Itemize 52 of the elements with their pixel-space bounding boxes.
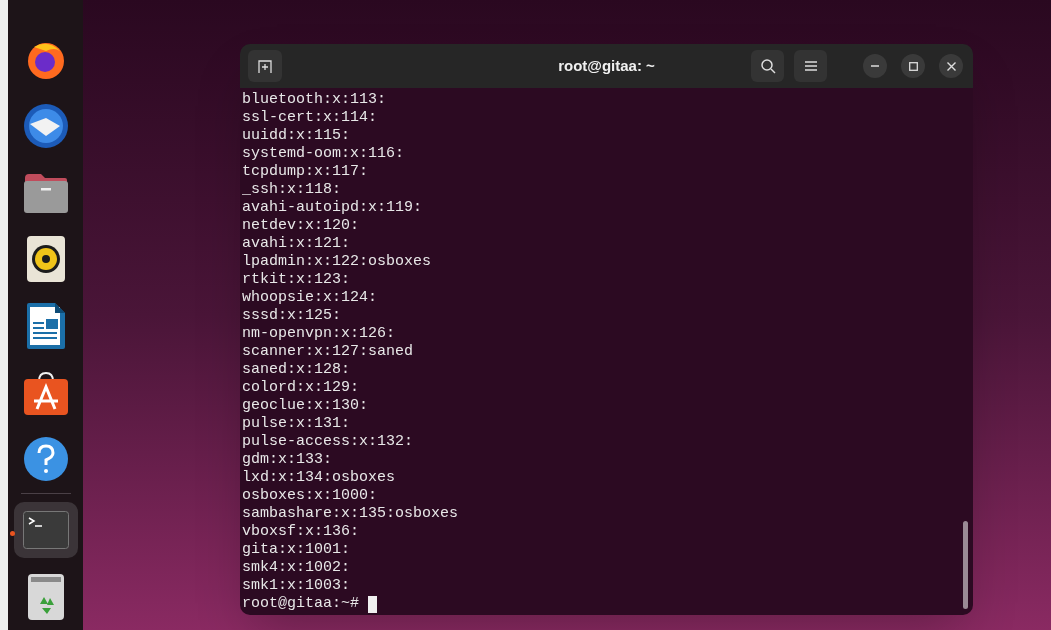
terminal-output-line: ssl-cert:x:114: — [242, 109, 378, 127]
minimize-button[interactable] — [863, 54, 887, 78]
terminal-output-line: tcpdump:x:117: — [242, 163, 369, 181]
terminal-icon — [22, 510, 69, 549]
terminal-output-line: osboxes:x:1000: — [242, 487, 378, 505]
menu-button[interactable] — [794, 50, 827, 82]
terminal-output-line: pulse:x:131: — [242, 415, 351, 433]
document-icon — [26, 303, 65, 349]
terminal-output-line: avahi-autoipd:x:119: — [242, 199, 423, 217]
maximize-icon — [908, 61, 918, 71]
trash-icon — [27, 573, 64, 620]
terminal-output-line: rtkit:x:123: — [242, 271, 351, 289]
terminal-output-line: systemd-oom:x:116: — [242, 145, 405, 163]
terminal-output-line: nm-openvpn:x:126: — [242, 325, 396, 343]
search-button[interactable] — [751, 50, 784, 82]
help-icon — [22, 436, 69, 483]
menu-icon — [804, 61, 817, 71]
terminal-output-line: saned:x:128: — [242, 361, 351, 379]
terminal-output-line: gita:x:1001: — [242, 541, 351, 559]
terminal-output-line: scanner:x:127:saned — [242, 343, 414, 361]
terminal-output-line: _ssh:x:118: — [242, 181, 342, 199]
terminal-output-line: uuidd:x:115: — [242, 127, 351, 145]
terminal-output-line: colord:x:129: — [242, 379, 360, 397]
text-cursor — [368, 595, 378, 613]
terminal-output-line: pulse-access:x:132: — [242, 433, 414, 451]
minimize-icon — [871, 65, 879, 67]
terminal-output-line: lxd:x:134:osboxes — [242, 469, 396, 487]
running-indicator — [9, 530, 15, 536]
terminal-output-line: whoopsie:x:124: — [242, 289, 378, 307]
terminal-output-line: netdev:x:120: — [242, 217, 360, 235]
close-icon — [946, 61, 956, 71]
terminal-output-line: gdm:x:133: — [242, 451, 332, 469]
terminal-output-line: bluetooth:x:113: — [242, 91, 387, 109]
terminal-output-line: sambashare:x:135:osboxes — [242, 505, 459, 523]
new-tab-icon — [257, 58, 273, 74]
terminal-output-line: geoclue:x:130: — [242, 397, 369, 415]
speaker-icon — [26, 236, 65, 283]
close-button[interactable] — [939, 54, 963, 78]
shell-prompt: root@gitaa:~# — [242, 595, 360, 613]
terminal-output-line: avahi:x:121: — [242, 235, 351, 253]
terminal-output-line: smk1:x:1003: — [242, 577, 351, 595]
scrollbar[interactable] — [963, 521, 968, 609]
new-tab-button[interactable] — [248, 50, 282, 82]
shopping-bag-icon — [22, 370, 69, 415]
search-icon — [759, 58, 776, 74]
terminal-output-line: sssd:x:125: — [242, 307, 342, 325]
terminal-output-line: vboxsf:x:136: — [242, 523, 360, 541]
window-title: root@gitaa: ~ — [558, 55, 655, 76]
maximize-button[interactable] — [901, 54, 925, 78]
terminal-output-line: lpadmin:x:122:osboxes — [242, 253, 432, 271]
terminal-output-line: smk4:x:1002: — [242, 559, 351, 577]
folder-icon — [22, 171, 69, 214]
